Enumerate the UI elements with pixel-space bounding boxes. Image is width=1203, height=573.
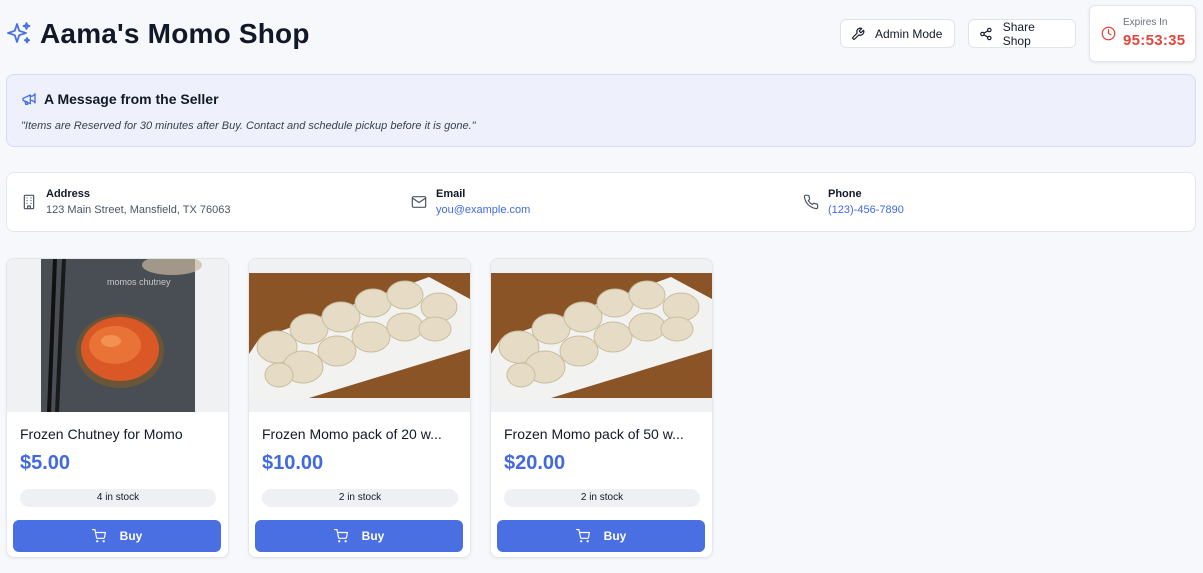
seller-message: A Message from the Seller "Items are Res…: [6, 74, 1196, 147]
product-image-momo-20: [249, 259, 470, 412]
buy-label: Buy: [119, 529, 143, 543]
product-name: Frozen Momo pack of 20 w...: [262, 426, 442, 442]
shop-header: Aama's Momo Shop Admin Mode Share Shop E…: [0, 0, 1203, 68]
product-price: $5.00: [20, 452, 71, 474]
product-price: $20.00: [504, 452, 566, 474]
address-value: 123 Main Street, Mansfield, TX 76063: [46, 204, 231, 216]
product-name: Frozen Chutney for Momo: [20, 426, 183, 442]
mail-icon: [411, 196, 427, 208]
phone-label: Phone: [828, 188, 862, 200]
stock-badge: 2 in stock: [504, 489, 700, 507]
shop-brand: Aama's Momo Shop: [6, 18, 310, 50]
page-title: Aama's Momo Shop: [40, 18, 310, 49]
stock-badge: 4 in stock: [20, 489, 216, 507]
seller-message-title: A Message from the Seller: [21, 91, 219, 107]
email-label: Email: [436, 188, 466, 200]
buy-button[interactable]: Buy: [255, 520, 463, 552]
clock-icon: [1101, 26, 1116, 41]
expires-time: 95:53:35: [1123, 32, 1186, 49]
buy-button[interactable]: Buy: [13, 520, 221, 552]
buy-label: Buy: [603, 529, 627, 543]
email-link[interactable]: you@example.com: [436, 204, 530, 216]
share-icon: [980, 27, 992, 40]
product-price: $10.00: [262, 452, 324, 474]
share-shop-button[interactable]: Share Shop: [968, 19, 1076, 48]
product-card: momos chutney Frozen Chutney for Momo $5…: [6, 258, 229, 558]
admin-mode-button[interactable]: Admin Mode: [840, 19, 955, 48]
seller-message-text: "Items are Reserved for 30 minutes after…: [21, 120, 476, 132]
product-card: Frozen Momo pack of 50 w... $20.00 2 in …: [490, 258, 713, 558]
admin-mode-label: Admin Mode: [875, 26, 943, 41]
expires-label: Expires In: [1123, 17, 1168, 28]
cart-icon: [333, 529, 348, 543]
seller-message-heading: A Message from the Seller: [44, 91, 219, 107]
product-image-chutney: momos chutney: [7, 259, 228, 412]
wrench-icon: [852, 27, 865, 40]
phone-icon: [803, 194, 819, 210]
megaphone-icon: [22, 93, 36, 105]
buy-button[interactable]: Buy: [497, 520, 705, 552]
cart-icon: [575, 529, 590, 543]
address-label: Address: [46, 188, 91, 200]
building-icon: [23, 194, 35, 210]
phone-link[interactable]: (123)-456-7890: [828, 204, 904, 216]
product-name: Frozen Momo pack of 50 w...: [504, 426, 684, 442]
product-image-momo-50: [491, 259, 712, 412]
product-card: Frozen Momo pack of 20 w... $10.00 2 in …: [248, 258, 471, 558]
image-caption: momos chutney: [107, 277, 171, 287]
cart-icon: [91, 529, 106, 543]
sparkles-icon: [6, 21, 32, 47]
contact-info: Address 123 Main Street, Mansfield, TX 7…: [6, 172, 1196, 232]
buy-label: Buy: [361, 529, 385, 543]
stock-badge: 2 in stock: [262, 489, 458, 507]
share-shop-label: Share Shop: [1002, 19, 1035, 48]
expiry-timer: Expires In 95:53:35: [1089, 5, 1196, 62]
